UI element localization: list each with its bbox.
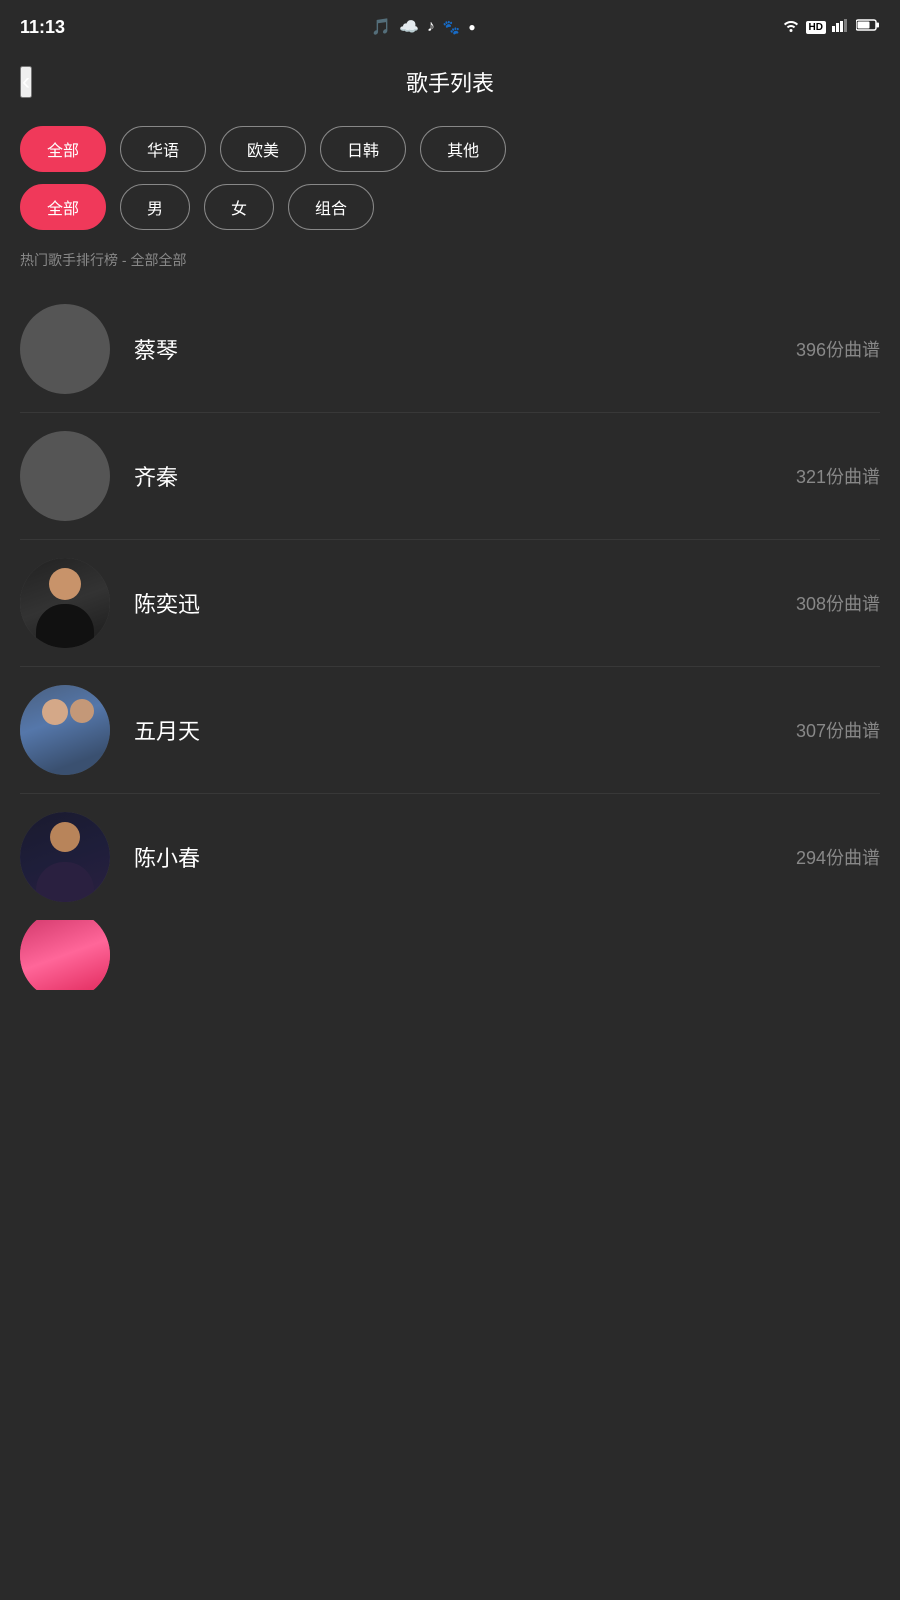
dot-indicator: ● (468, 20, 475, 34)
artist-avatar-3 (20, 685, 110, 775)
status-bar: 11:13 🎵 ☁️ ♪ 🐾 ● HD (0, 0, 900, 50)
battery-icon (856, 18, 880, 37)
artist-name-3: 五月天 (134, 714, 796, 746)
filter-region-3[interactable]: 日韩 (320, 126, 406, 172)
signal-icon (832, 18, 850, 37)
artist-name-2: 陈奕迅 (134, 587, 796, 619)
artist-name-0: 蔡琴 (134, 333, 796, 365)
hd-badge: HD (806, 21, 826, 34)
filter-row-1: 全部华语欧美日韩其他 (0, 114, 900, 184)
status-time: 11:13 (20, 17, 65, 38)
filter-region-1[interactable]: 华语 (120, 126, 206, 172)
status-icons: 🎵 ☁️ ♪ 🐾 ● (371, 17, 476, 37)
artist-item[interactable]: 蔡琴396份曲谱 (20, 286, 880, 412)
back-button[interactable]: ‹ (20, 66, 32, 98)
artist-name-4: 陈小春 (134, 841, 796, 873)
filter-region-2[interactable]: 欧美 (220, 126, 306, 172)
artist-avatar-2 (20, 558, 110, 648)
artist-count-0: 396份曲谱 (796, 336, 880, 362)
artist-avatar-1 (20, 431, 110, 521)
artist-avatar-0 (20, 304, 110, 394)
filter-row-2: 全部男女组合 (0, 184, 900, 242)
artist-list: 蔡琴396份曲谱齐秦321份曲谱陈奕迅308份曲谱五月天307份曲谱陈小春294… (0, 286, 900, 990)
page-title: 歌手列表 (406, 66, 494, 98)
filter-gender-1[interactable]: 男 (120, 184, 190, 230)
artist-item[interactable]: 陈小春294份曲谱 (20, 794, 880, 920)
app-icon-2: ☁️ (399, 17, 419, 37)
status-right: HD (782, 18, 880, 37)
artist-name-1: 齐秦 (134, 460, 796, 492)
filter-region-4[interactable]: 其他 (420, 126, 506, 172)
artist-count-4: 294份曲谱 (796, 844, 880, 870)
app-icon-4: 🐾 (443, 19, 460, 36)
artist-count-3: 307份曲谱 (796, 717, 880, 743)
wifi-icon (782, 18, 800, 37)
app-icon-3: ♪ (427, 18, 435, 36)
filter-gender-2[interactable]: 女 (204, 184, 274, 230)
artist-count-1: 321份曲谱 (796, 463, 880, 489)
artist-item[interactable]: 五月天307份曲谱 (20, 667, 880, 793)
artist-count-2: 308份曲谱 (796, 590, 880, 616)
list-subtitle: 热门歌手排行榜 - 全部全部 (0, 242, 900, 286)
artist-item[interactable]: 齐秦321份曲谱 (20, 413, 880, 539)
filter-region-0[interactable]: 全部 (20, 126, 106, 172)
header: ‹ 歌手列表 (0, 50, 900, 114)
artist-avatar-4 (20, 812, 110, 902)
filter-gender-0[interactable]: 全部 (20, 184, 106, 230)
artist-item[interactable]: 陈奕迅308份曲谱 (20, 540, 880, 666)
filter-gender-3[interactable]: 组合 (288, 184, 374, 230)
artist-item-partial[interactable] (20, 920, 880, 990)
app-icon-1: 🎵 (371, 17, 391, 37)
